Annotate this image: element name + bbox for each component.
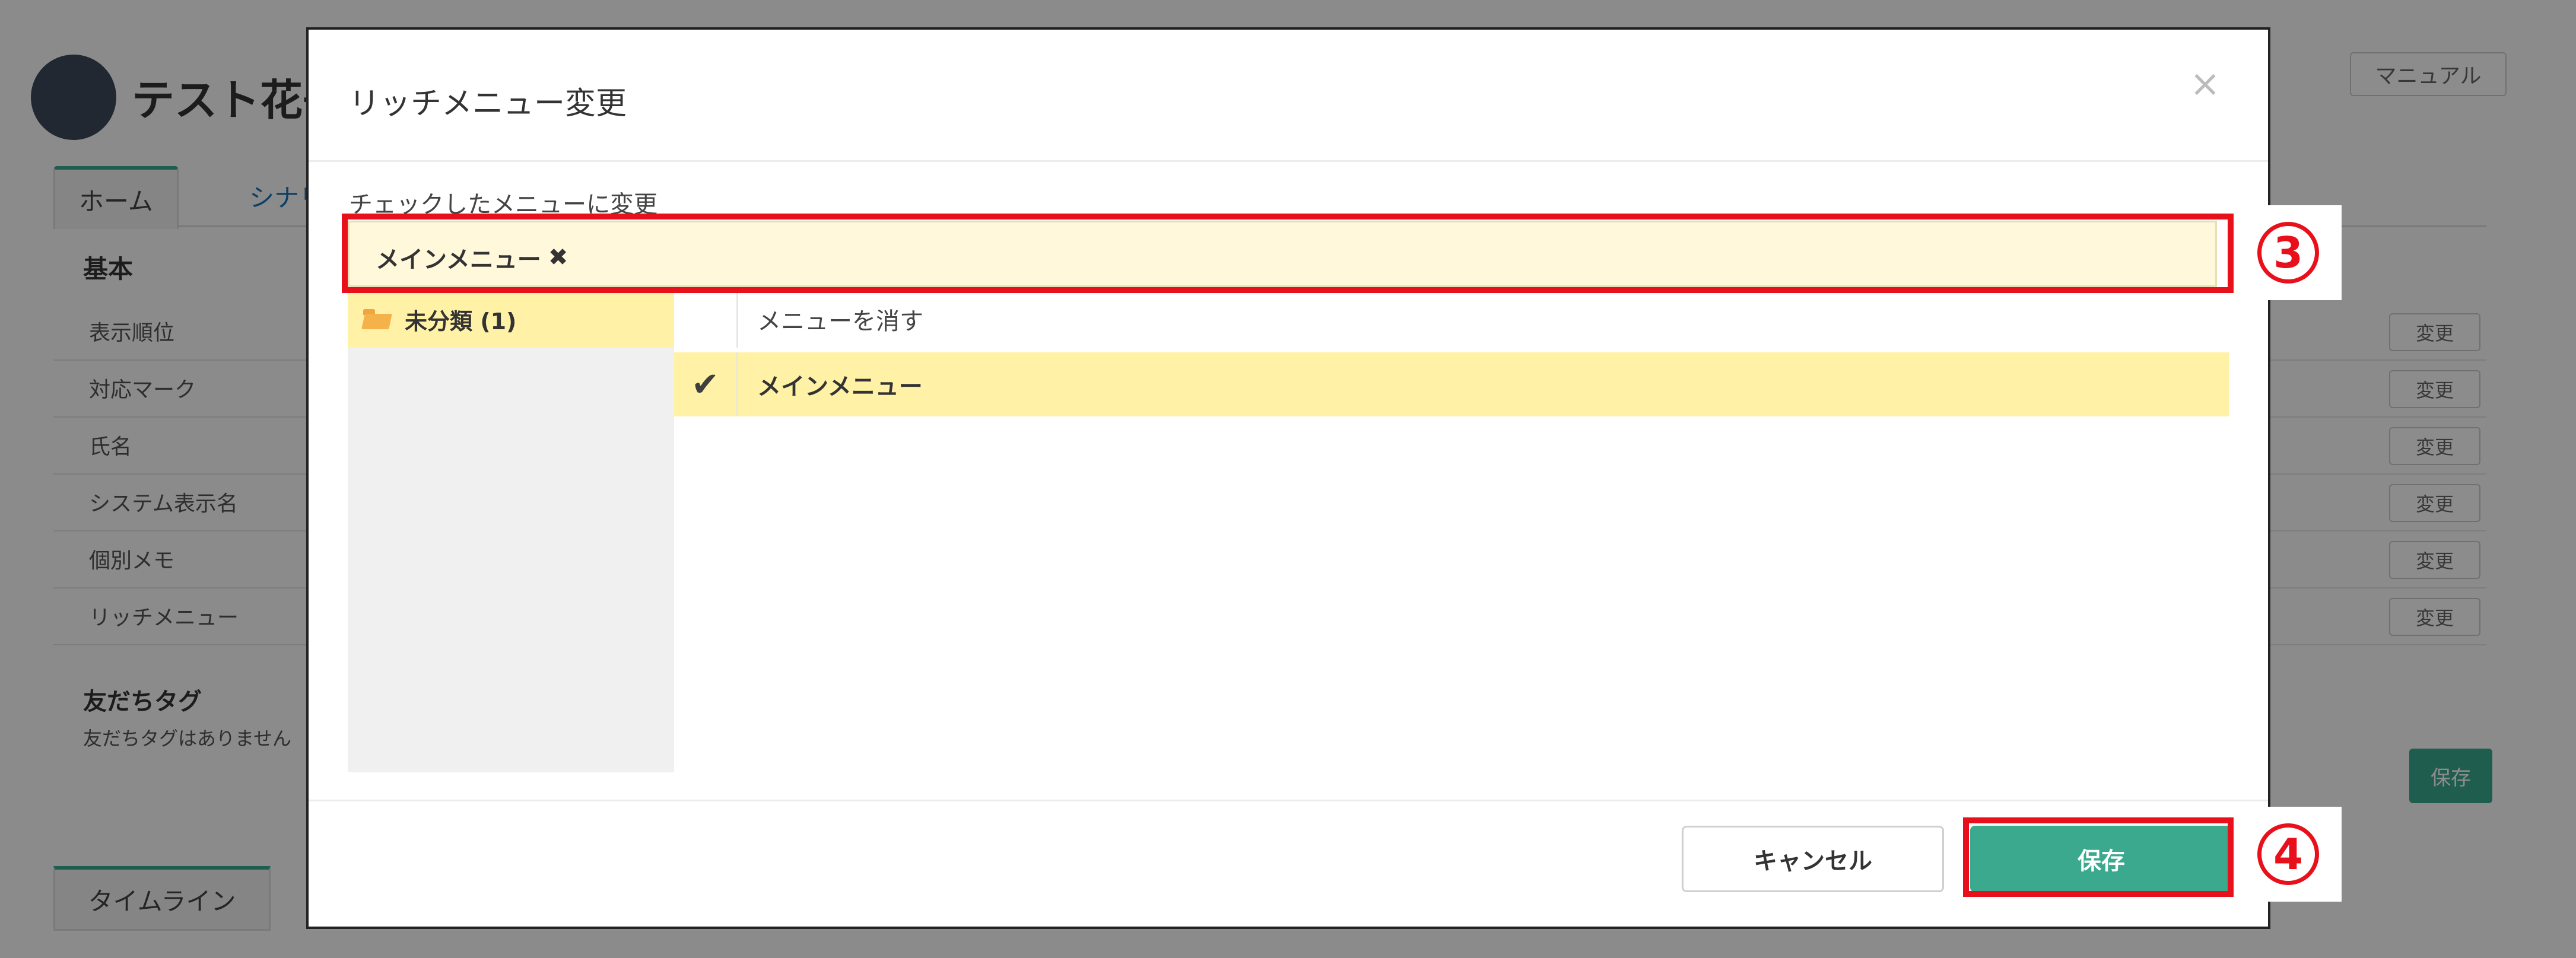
option-label: メインメニュー — [757, 373, 923, 400]
menu-options-list: メニューを消す ✔ メインメニュー — [674, 291, 2229, 772]
step-number: 4 — [2257, 823, 2319, 885]
close-icon[interactable]: × — [2190, 65, 2221, 102]
modal-header: リッチメニュー変更 × — [309, 30, 2268, 162]
annotation-frame-step4 — [1963, 817, 2234, 897]
step-4-badge: 4 — [2235, 807, 2342, 902]
step-3-badge: 3 — [2235, 205, 2342, 300]
option-remove-menu[interactable]: メニューを消す — [674, 291, 2229, 348]
step-number: 3 — [2257, 222, 2319, 284]
folder-open-icon — [363, 309, 390, 329]
checkmark-icon: ✔ — [691, 365, 719, 404]
category-item-uncategorized[interactable]: 未分類 (1) — [348, 291, 674, 348]
cancel-button[interactable]: キャンセル — [1682, 826, 1944, 892]
rich-menu-change-dialog: リッチメニュー変更 × チェックしたメニューに変更 メインメニュー ✖ 未分類 … — [306, 27, 2270, 929]
annotation-frame-step3 — [342, 214, 2234, 293]
check-cell[interactable] — [674, 291, 738, 348]
check-cell[interactable]: ✔ — [674, 352, 738, 416]
footer-divider — [309, 800, 2268, 801]
option-main-menu[interactable]: ✔ メインメニュー — [674, 352, 2229, 416]
category-label: 未分類 (1) — [405, 308, 517, 335]
category-list: 未分類 (1) — [348, 291, 674, 772]
modal-title: リッチメニュー変更 — [349, 86, 627, 122]
option-label: メニューを消す — [757, 308, 923, 335]
